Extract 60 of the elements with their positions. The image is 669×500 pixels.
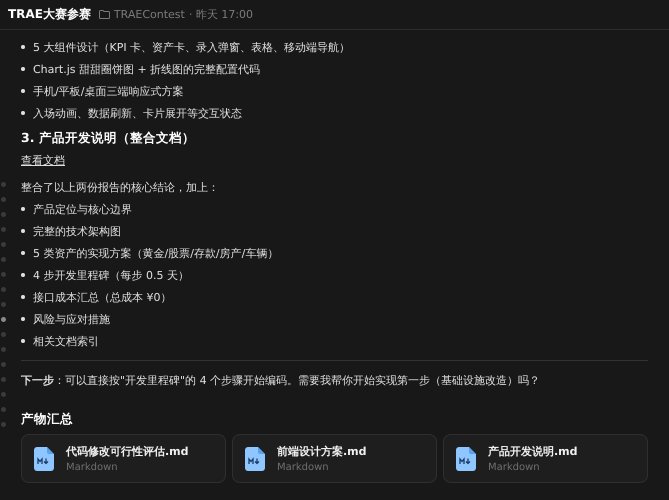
section-heading: 3. 产品开发说明（整合文档） — [21, 130, 196, 147]
bullet-icon — [21, 251, 25, 255]
project-name[interactable]: TRAEContest — [114, 8, 185, 21]
list-item: 入场动画、数据刷新、卡片展开等交互状态 — [33, 106, 242, 120]
file-name: 前端设计方案.md — [277, 444, 367, 459]
bullet-icon — [21, 229, 25, 233]
outline-marker[interactable] — [1, 407, 6, 412]
list-item: 5 大组件设计（KPI 卡、资产卡、录入弹窗、表格、移动端导航） — [33, 40, 350, 54]
outline-marker[interactable] — [1, 347, 6, 352]
outline-marker[interactable] — [1, 212, 6, 217]
file-type: Markdown — [277, 462, 330, 473]
bullet-icon — [21, 317, 25, 321]
view-document-link[interactable]: 查看文档 — [21, 153, 65, 168]
outline-marker[interactable] — [1, 257, 6, 262]
section-heading: 产物汇总 — [21, 411, 74, 428]
bullet-icon — [21, 295, 25, 299]
file-type: Markdown — [488, 462, 541, 473]
list-item: Chart.js 甜甜圈饼图 + 折线图的完整配置代码 — [33, 62, 260, 76]
markdown-file-icon — [245, 446, 265, 470]
outline-marker[interactable] — [1, 392, 6, 397]
timestamp: · 昨天 17:00 — [188, 7, 254, 22]
list-item: 风险与应对措施 — [33, 312, 110, 326]
outline-marker[interactable] — [1, 242, 6, 247]
bullet-icon — [21, 45, 25, 49]
outline-marker[interactable] — [1, 197, 6, 202]
folder-icon — [98, 10, 110, 19]
list-item: 接口成本汇总（总成本 ¥0） — [33, 290, 172, 304]
file-card[interactable]: 前端设计方案.md Markdown — [232, 434, 437, 483]
bullet-icon — [21, 339, 25, 343]
file-card[interactable]: 产品开发说明.md Markdown — [443, 434, 648, 483]
list-item: 完整的技术架构图 — [33, 224, 121, 238]
markdown-file-icon — [456, 446, 476, 470]
conversation-title: TRAE大赛参赛 — [8, 6, 91, 23]
outline-marker[interactable] — [1, 362, 6, 367]
outline-marker[interactable] — [1, 422, 6, 427]
next-step-paragraph: 下一步：可以直接按"开发里程碑"的 4 个步骤开始编码。需要我帮你开始实现第一步（基础设施改造）吗？ — [21, 372, 542, 388]
list-item: 产品定位与核心边界 — [33, 202, 132, 216]
outline-marker[interactable] — [1, 182, 6, 187]
list-item: 相关文档索引 — [33, 334, 99, 348]
bullet-icon — [21, 207, 25, 211]
file-type: Markdown — [66, 462, 119, 473]
file-card[interactable]: 代码修改可行性评估.md Markdown — [21, 434, 226, 483]
outline-marker[interactable] — [1, 377, 6, 382]
file-name: 产品开发说明.md — [488, 444, 578, 459]
outline-marker[interactable] — [1, 287, 6, 292]
markdown-file-icon — [34, 446, 54, 470]
file-name: 代码修改可行性评估.md — [66, 444, 189, 459]
list-item: 5 类资产的实现方案（黄金/股票/存款/房产/车辆） — [33, 246, 278, 260]
outline-marker[interactable] — [1, 332, 6, 337]
bullet-icon — [21, 89, 25, 93]
bullet-icon — [21, 111, 25, 115]
outline-marker[interactable] — [1, 317, 6, 322]
bullet-icon — [21, 273, 25, 277]
list-item: 手机/平板/桌面三端响应式方案 — [33, 84, 184, 98]
outline-marker[interactable] — [1, 227, 6, 232]
paragraph: 整合了以上两份报告的核心结论，加上： — [21, 180, 220, 196]
list-item: 4 步开发里程碑（每步 0.5 天） — [33, 268, 189, 282]
outline-marker[interactable] — [1, 302, 6, 307]
bullet-icon — [21, 67, 25, 71]
outline-marker[interactable] — [1, 272, 6, 277]
